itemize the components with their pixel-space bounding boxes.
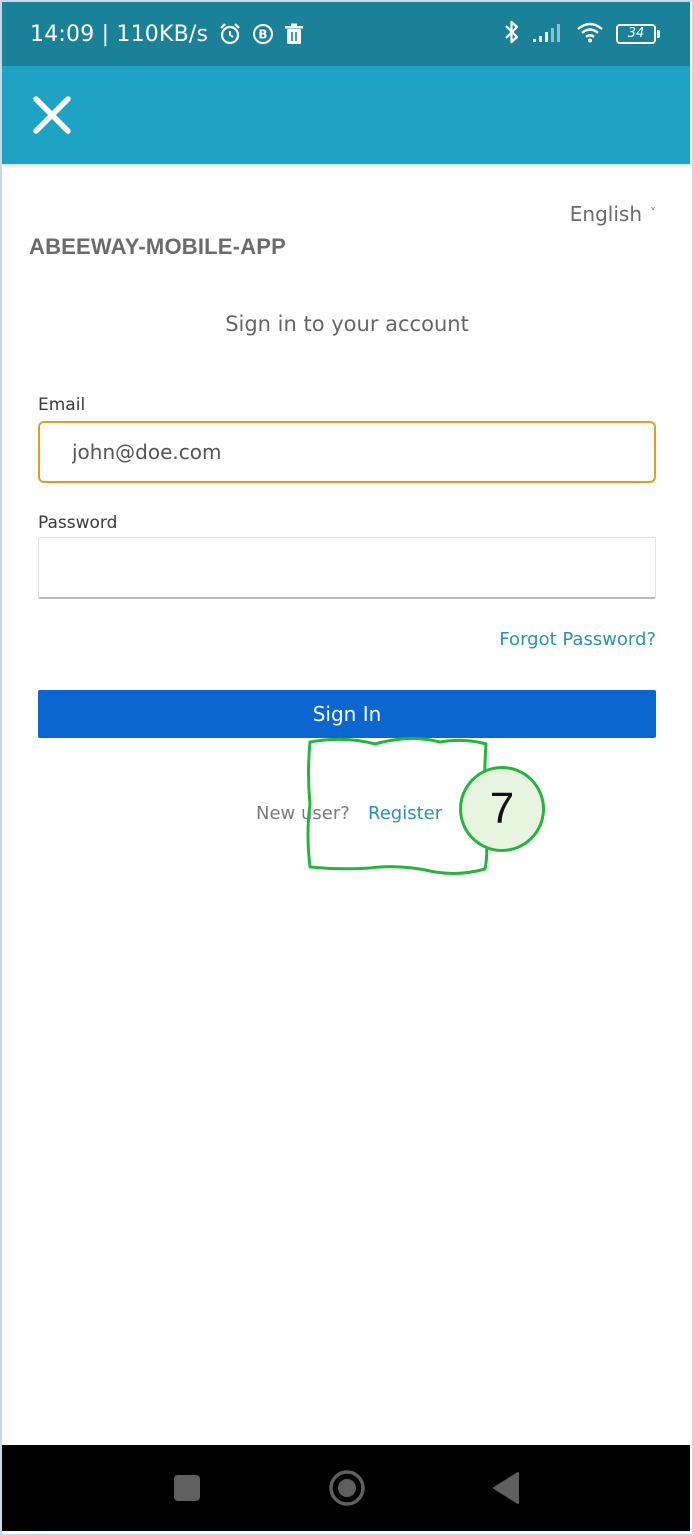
status-bar: 14:09 | 110KB/s B 34	[2, 2, 690, 66]
sign-in-button[interactable]: Sign In	[38, 690, 656, 738]
close-icon[interactable]	[30, 93, 74, 137]
status-left: 14:09 | 110KB/s B	[30, 18, 304, 50]
password-label: Password	[38, 513, 118, 533]
sign-in-subtitle: Sign in to your account	[225, 312, 469, 336]
email-label: Email	[38, 395, 86, 415]
battery-icon: 34	[616, 24, 660, 44]
back-triangle-icon[interactable]	[492, 1471, 520, 1505]
home-circle-icon[interactable]	[328, 1469, 366, 1507]
bluetooth-icon	[504, 19, 520, 49]
chevron-down-icon: ˅	[650, 206, 656, 220]
b-badge-icon: B	[252, 23, 274, 45]
password-field[interactable]	[38, 537, 656, 599]
language-selector[interactable]: English ˅	[570, 202, 656, 226]
status-right: 34	[504, 18, 660, 50]
status-time-speed: 14:09 | 110KB/s	[30, 21, 209, 47]
wifi-icon	[576, 21, 604, 47]
trash-icon	[284, 23, 304, 45]
app-title: ABEEWAY-MOBILE-APP	[29, 234, 287, 259]
battery-level: 34	[616, 24, 656, 44]
language-label: English	[569, 202, 642, 226]
navigation-bar	[2, 1445, 690, 1531]
alarm-icon	[218, 22, 242, 46]
app-bar	[2, 66, 690, 164]
forgot-password-link[interactable]: Forgot Password?	[499, 629, 656, 650]
recents-square-icon[interactable]	[174, 1475, 200, 1501]
email-field[interactable]	[38, 421, 656, 483]
battery-cap	[657, 30, 660, 38]
step-number-badge: 7	[459, 766, 545, 852]
signal-icon	[532, 21, 564, 47]
svg-text:B: B	[259, 28, 268, 42]
